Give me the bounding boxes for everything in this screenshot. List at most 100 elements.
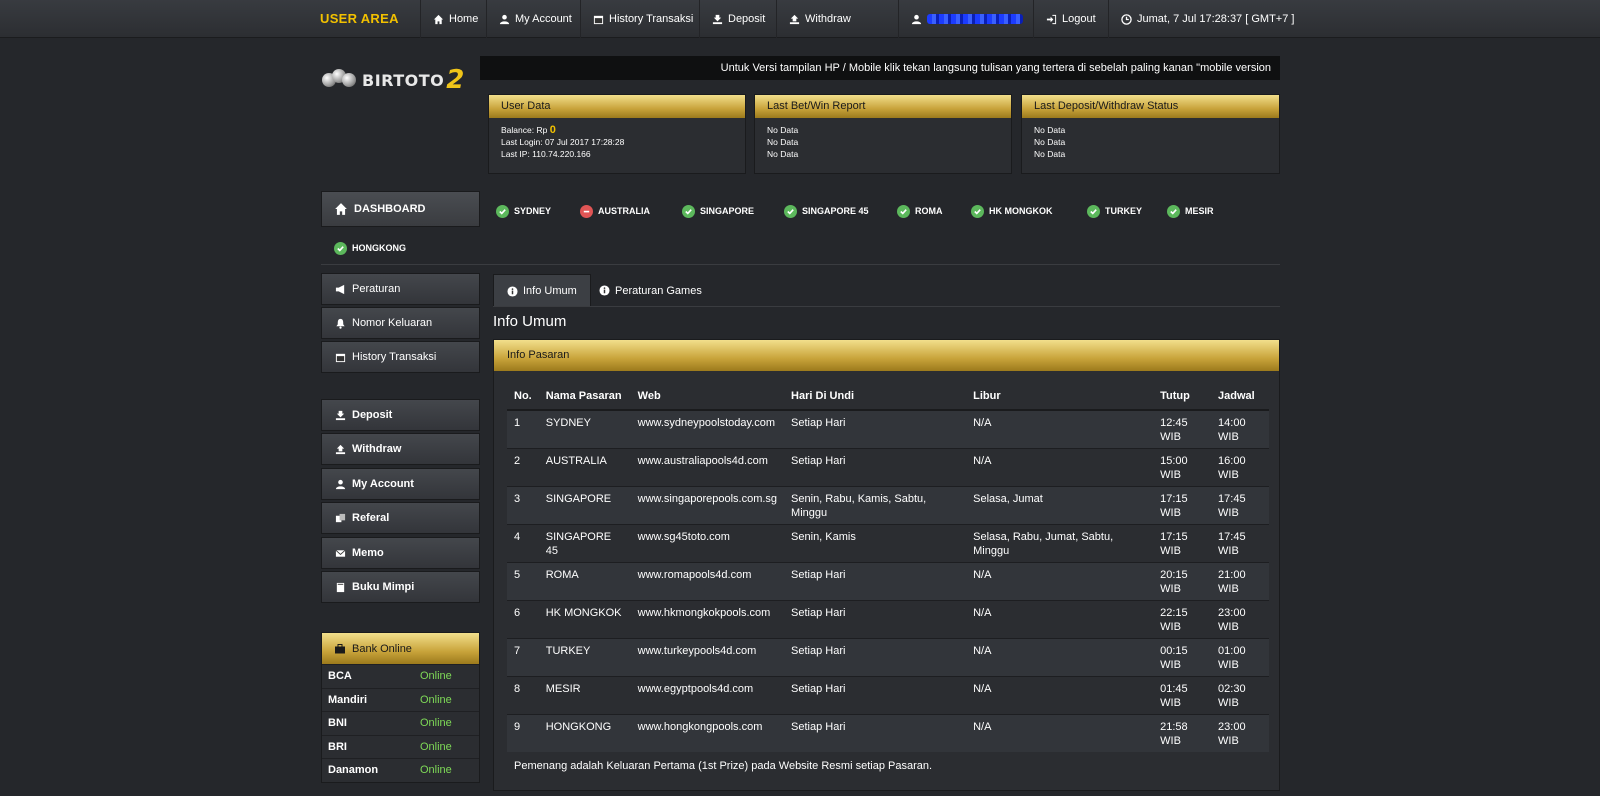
deposit-line: No Data	[1034, 125, 1066, 135]
sidebar-item-label: Memo	[352, 547, 384, 559]
mobile-version-marquee[interactable]: Untuk Versi tampilan HP / Mobile klik te…	[480, 56, 1280, 80]
check-circle-icon	[897, 204, 910, 218]
sidebar-item-memo[interactable]: Memo	[321, 537, 480, 569]
market-item[interactable]: HONGKONG	[334, 240, 406, 256]
balance-line: Balance: Rp 0	[501, 124, 733, 136]
nav-username[interactable]	[898, 0, 1035, 38]
market-item[interactable]: ROMA	[897, 203, 943, 219]
table-cell: HONGKONG	[538, 713, 631, 752]
market-item[interactable]: SINGAPORE	[682, 203, 754, 219]
table-cell: 23:00 WIB	[1211, 599, 1269, 638]
table-row: 5 ROMA www.romapools4d.com Setiap Hari N/A 20…	[507, 561, 1269, 600]
table-cell: Senin, Rabu, Kamis, Sabtu, Minggu	[784, 485, 967, 524]
table-cell: 22:15 WIB	[1153, 599, 1212, 638]
bank-row: BNI Online	[322, 711, 479, 735]
check-circle-icon	[496, 204, 509, 218]
bank-online-panel: Bank Online BCA Online Mandiri Online BNI Onl…	[321, 632, 480, 783]
bet-line: No Data	[767, 137, 799, 147]
sidebar-item-label: My Account	[352, 478, 414, 490]
info-icon	[599, 285, 610, 296]
nav-history[interactable]: History Transaksi	[580, 0, 705, 38]
bank-row: Danamon Online	[322, 758, 479, 782]
nav-withdraw[interactable]: Withdraw	[776, 0, 863, 38]
last-login: Last Login: 07 Jul 2017 17:28:28	[501, 137, 625, 147]
market-item[interactable]: HK MONGKOK	[971, 203, 1053, 219]
bank-name: Mandiri	[328, 693, 368, 706]
table-cell[interactable]: www.singaporepools.com.sg	[630, 485, 785, 524]
briefcase-icon	[335, 643, 345, 653]
withdraw-icon	[335, 444, 346, 454]
bank-row: Mandiri Online	[322, 687, 479, 712]
table-cell: 00:15 WIB	[1153, 637, 1212, 676]
table-cell[interactable]: www.sydneypoolstoday.com	[630, 409, 785, 448]
sidebar-item-nomor-keluaran[interactable]: Nomor Keluaran	[321, 307, 480, 339]
table-cell[interactable]: www.sg45toto.com	[630, 523, 785, 562]
table-cell: 6	[507, 599, 539, 638]
table-cell: 23:00 WIB	[1211, 713, 1269, 752]
bank-name: BNI	[328, 717, 347, 730]
column-header: Web	[630, 382, 785, 411]
bank-online-title: Bank Online	[352, 642, 412, 655]
logout-icon	[1046, 14, 1057, 24]
market-item[interactable]: MESIR	[1167, 203, 1214, 219]
nav-logout[interactable]: Logout	[1033, 0, 1108, 38]
dashboard-button[interactable]: DASHBOARD	[321, 191, 480, 227]
table-cell: 9	[507, 713, 539, 752]
table-cell[interactable]: www.romapools4d.com	[630, 561, 785, 600]
last-deposit-title: Last Deposit/Withdraw Status	[1022, 95, 1279, 118]
market-item[interactable]: TURKEY	[1087, 203, 1142, 219]
nav-history-label: History Transaksi	[609, 13, 694, 25]
nav-deposit[interactable]: Deposit	[699, 0, 777, 38]
last-bet-panel: Last Bet/Win Report No Data No Data No D…	[754, 94, 1012, 174]
market-item[interactable]: SINGAPORE 45	[784, 203, 869, 219]
site-logo[interactable]: BIRTOTO 2	[322, 60, 472, 100]
tab-peraturan-games[interactable]: Peraturan Games	[586, 274, 715, 307]
home-icon	[335, 203, 347, 215]
table-cell: 21:00 WIB	[1211, 561, 1269, 600]
table-cell[interactable]: www.egyptpools4d.com	[630, 675, 785, 714]
market-name: SINGAPORE 45	[802, 206, 869, 216]
table-cell: 12:45 WIB	[1153, 409, 1212, 448]
redacted-username	[927, 14, 1023, 24]
sidebar-item-deposit[interactable]: Deposit	[321, 399, 480, 431]
sidebar-item-my-account[interactable]: My Account	[321, 468, 480, 500]
tab-info-umum[interactable]: Info Umum	[493, 274, 591, 307]
brand-title[interactable]: USER AREA	[320, 0, 399, 38]
minus-circle-icon	[580, 204, 593, 218]
market-name: MESIR	[1185, 206, 1214, 216]
nav-my-account[interactable]: My Account	[486, 0, 584, 38]
market-item[interactable]: AUSTRALIA	[580, 203, 650, 219]
table-cell[interactable]: www.australiapools4d.com	[630, 447, 785, 486]
datetime-text: Jumat, 7 Jul 17:28:37 [ GMT+7 ]	[1137, 13, 1295, 25]
table-cell[interactable]: www.hongkongpools.com	[630, 713, 785, 752]
nav-my-account-label: My Account	[515, 13, 572, 25]
table-cell: Senin, Kamis	[784, 523, 967, 562]
table-cell[interactable]: www.turkeypools4d.com	[630, 637, 785, 676]
sidebar-item-buku-mimpi[interactable]: Buku Mimpi	[321, 571, 480, 603]
sidebar-item-withdraw[interactable]: Withdraw	[321, 433, 480, 465]
top-navbar: USER AREA Home My Account History Transa…	[0, 0, 1600, 38]
nav-home[interactable]: Home	[420, 0, 490, 38]
table-cell: N/A	[966, 637, 1154, 676]
table-cell: Setiap Hari	[784, 713, 967, 752]
table-cell: 14:00 WIB	[1211, 409, 1269, 448]
sidebar-item-history-transaksi[interactable]: History Transaksi	[321, 341, 480, 373]
deposit-icon	[335, 410, 346, 420]
table-cell: Setiap Hari	[784, 409, 967, 448]
table-cell[interactable]: www.hkmongkokpools.com	[630, 599, 785, 638]
logo-number: 2	[446, 65, 465, 95]
table-cell: N/A	[966, 561, 1154, 600]
user-icon	[499, 14, 510, 24]
table-cell: 21:58 WIB	[1153, 713, 1212, 752]
sidebar-item-peraturan[interactable]: Peraturan	[321, 273, 480, 305]
table-cell: 17:45 WIB	[1211, 485, 1269, 524]
last-bet-title: Last Bet/Win Report	[755, 95, 1011, 118]
table-header-row: No. Nama Pasaran Web Hari Di Undi Libur Tutup…	[507, 382, 1269, 411]
market-name: AUSTRALIA	[598, 206, 650, 216]
market-item[interactable]: SYDNEY	[496, 203, 551, 219]
check-circle-icon	[1087, 204, 1100, 218]
table-cell: N/A	[966, 447, 1154, 486]
bank-name: Danamon	[328, 764, 379, 777]
deposit-icon	[712, 14, 723, 24]
sidebar-item-referal[interactable]: Referal	[321, 502, 480, 534]
